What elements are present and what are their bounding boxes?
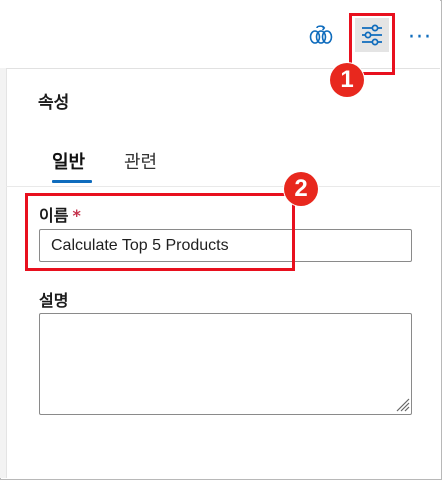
- resize-grip-icon[interactable]: [394, 396, 410, 412]
- tab-general[interactable]: 일반: [52, 148, 85, 174]
- workflow-bots-icon[interactable]: [304, 18, 338, 52]
- callout-badge-2: 2: [284, 172, 318, 206]
- more-options-button[interactable]: ···: [405, 22, 435, 52]
- selected-tab-indicator: [52, 180, 92, 183]
- callout-badge-1: 1: [330, 63, 364, 97]
- tabs-divider: [6, 186, 440, 187]
- tab-related[interactable]: 관련: [124, 148, 157, 174]
- panel-title: 속성: [38, 93, 70, 113]
- left-edge-strip: [0, 0, 7, 478]
- callout-highlight-2: [25, 193, 295, 271]
- description-textarea[interactable]: [39, 313, 412, 415]
- description-field-label: 설명: [39, 291, 69, 310]
